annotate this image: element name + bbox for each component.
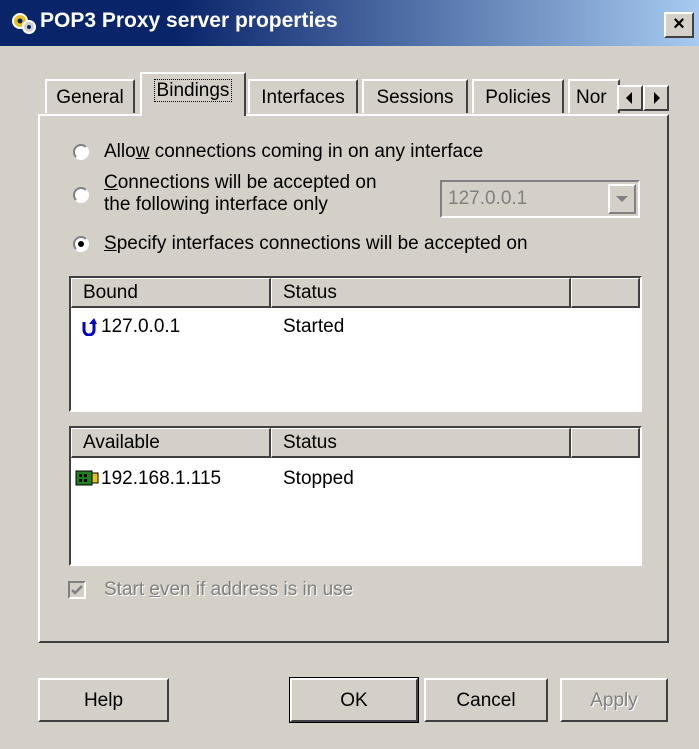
tab-scroll-left-button[interactable] [617,85,643,111]
close-icon: × [673,13,685,35]
radio-single-interface-label: Connections will be accepted on the follo… [104,172,377,215]
radio-any-interface[interactable] [73,144,89,160]
radio-selected-dot [78,241,84,247]
bound-arrow-icon [82,318,97,336]
column-header-status[interactable]: Status [271,278,571,308]
window-title: POP3 Proxy server properties [40,9,338,32]
available-list[interactable]: Available Status 192.168.1.115 Stopped [69,426,642,566]
tab-general[interactable]: General [45,79,135,113]
select-dropdown-button[interactable] [608,184,636,214]
column-header-status[interactable]: Status [271,428,571,458]
checkmark-icon [71,585,83,595]
table-row[interactable]: 192.168.1.115 Stopped [71,464,640,492]
available-status: Stopped [283,468,354,489]
interface-select-value: 127.0.0.1 [448,188,528,209]
column-header-available[interactable]: Available [71,428,271,458]
chevron-down-icon [616,196,628,202]
radio-specify-interfaces-label: Specify interfaces connections will be a… [104,233,528,254]
network-card-icon [75,470,99,486]
column-header-bound[interactable]: Bound [71,278,271,308]
tab-sessions[interactable]: Sessions [362,79,468,113]
arrow-left-icon [626,92,632,104]
column-header-empty[interactable] [571,428,640,458]
column-header-empty[interactable] [571,278,640,308]
ok-button[interactable]: OK [289,677,419,723]
bound-list[interactable]: Bound Status 127.0.0.1 Started [69,276,642,412]
tab-label: General [56,87,124,108]
radio-specify-interfaces[interactable] [73,236,89,252]
tab-label: Bindings [153,79,233,102]
tab-interfaces[interactable]: Interfaces [248,79,358,113]
tab-scroll-right-button[interactable] [643,85,669,111]
tab-label: Nor [576,87,607,108]
bound-status: Started [283,316,345,337]
title-bar[interactable]: POP3 Proxy server properties × [0,0,699,46]
radio-single-interface[interactable] [73,187,89,203]
tab-label: Sessions [376,87,454,108]
tab-bindings[interactable]: Bindings [140,72,246,116]
interface-select[interactable]: 127.0.0.1 [440,180,640,218]
help-button[interactable]: Help [38,678,169,722]
table-row[interactable]: 127.0.0.1 Started [71,312,640,340]
gears-icon [12,13,36,34]
bound-address: 127.0.0.1 [101,316,181,337]
tab-label: Interfaces [261,87,345,108]
cancel-button[interactable]: Cancel [424,678,548,722]
available-address: 192.168.1.115 [101,468,222,489]
start-in-use-label: Start even if address is in use [104,579,354,600]
radio-any-interface-label: Allow connections coming in on any inter… [104,141,484,162]
tab-label: Policies [485,87,551,108]
apply-button[interactable]: Apply [560,678,668,722]
start-in-use-checkbox[interactable] [68,581,86,599]
tab-policies[interactable]: Policies [472,79,564,113]
tab-notifications[interactable]: Nor [568,79,620,113]
arrow-right-icon [654,92,660,104]
close-button[interactable]: × [664,12,694,38]
